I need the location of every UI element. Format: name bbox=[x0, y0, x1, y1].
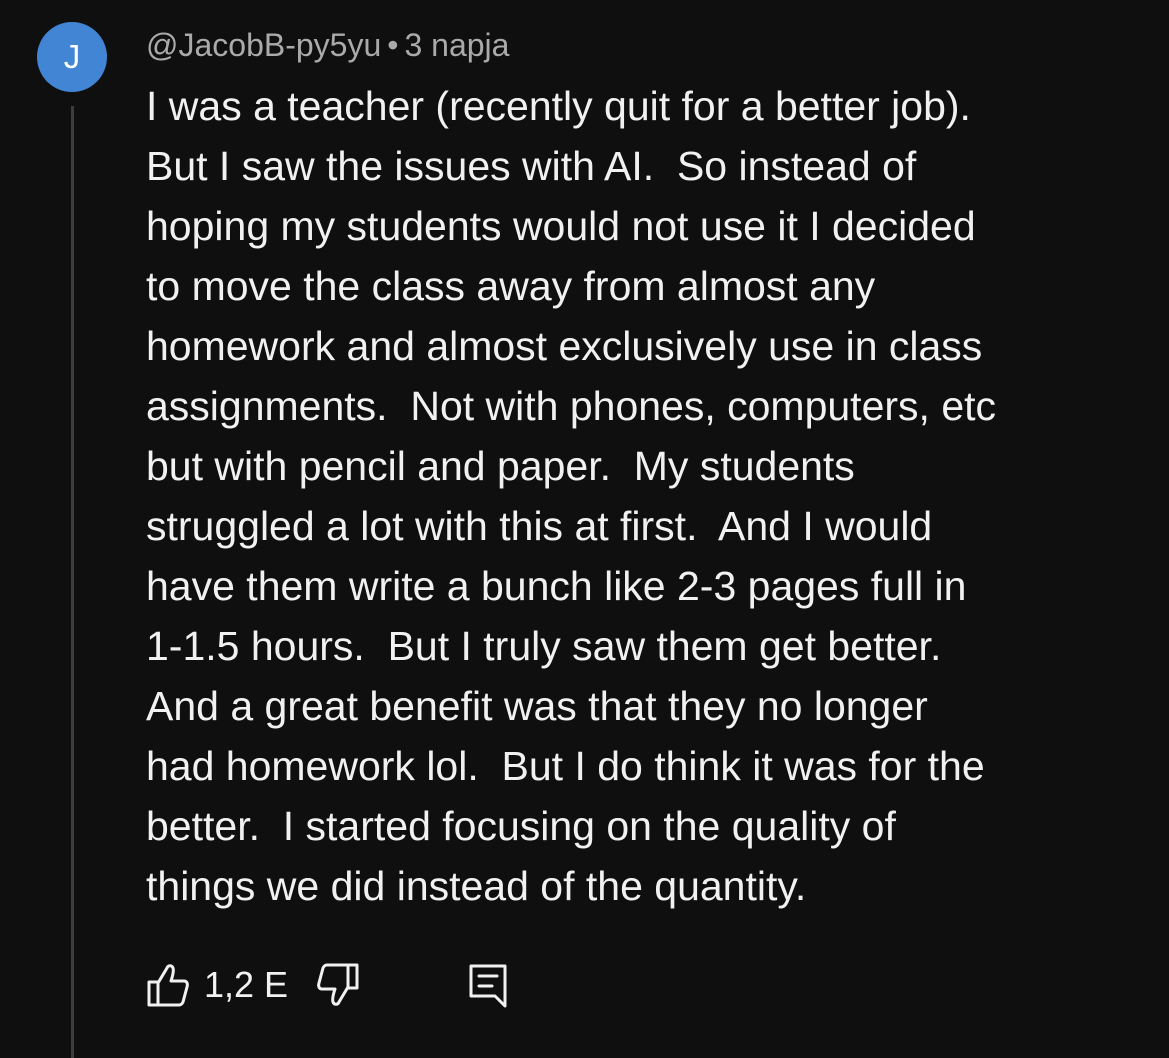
avatar-letter: J bbox=[63, 38, 81, 75]
timestamp[interactable]: 3 napja bbox=[404, 27, 509, 63]
like-button[interactable] bbox=[146, 958, 190, 1012]
comment-line: homework and almost exclusively use in c… bbox=[146, 323, 983, 369]
comment-line: hoping my students would not use it I de… bbox=[146, 203, 976, 249]
comment-line: struggled a lot with this at first. And … bbox=[146, 503, 933, 549]
comment: J @JacobB-py5yu • 3 napja I was a teacher … bbox=[0, 0, 1169, 1058]
thumbs-up-icon bbox=[146, 960, 190, 1010]
comment-line: assignments. Not with phones, computers,… bbox=[146, 383, 997, 429]
comment-reply-icon bbox=[468, 962, 508, 1008]
comment-line: 1-1.5 hours. But I truly saw them get be… bbox=[146, 623, 942, 669]
comment-header: @JacobB-py5yu • 3 napja bbox=[146, 25, 509, 65]
reply-button[interactable] bbox=[468, 958, 508, 1012]
comment-line: And a great benefit was that they no lon… bbox=[146, 683, 928, 729]
thumbs-down-icon bbox=[316, 960, 360, 1010]
comment-line: have them write a bunch like 2-3 pages f… bbox=[146, 563, 967, 609]
thread-line bbox=[71, 106, 74, 1058]
separator: • bbox=[387, 27, 399, 63]
comment-line: I was a teacher (recently quit for a bet… bbox=[146, 83, 971, 129]
avatar[interactable]: J bbox=[37, 22, 107, 92]
comment-line: But I saw the issues with AI. So instead… bbox=[146, 143, 917, 189]
comment-line: things we did instead of the quantity. bbox=[146, 863, 807, 909]
comment-line: better. I started focusing on the qualit… bbox=[146, 803, 896, 849]
dislike-button[interactable] bbox=[316, 958, 360, 1012]
author-name[interactable]: @JacobB-py5yu bbox=[146, 27, 381, 63]
like-count: 1,2 E bbox=[204, 964, 289, 1005]
comment-text: I was a teacher (recently quit for a bet… bbox=[146, 76, 1146, 916]
comment-line: had homework lol. But I do think it was … bbox=[146, 743, 985, 789]
comment-line: to move the class away from almost any bbox=[146, 263, 876, 309]
comment-line: but with pencil and paper. My students bbox=[146, 443, 855, 489]
